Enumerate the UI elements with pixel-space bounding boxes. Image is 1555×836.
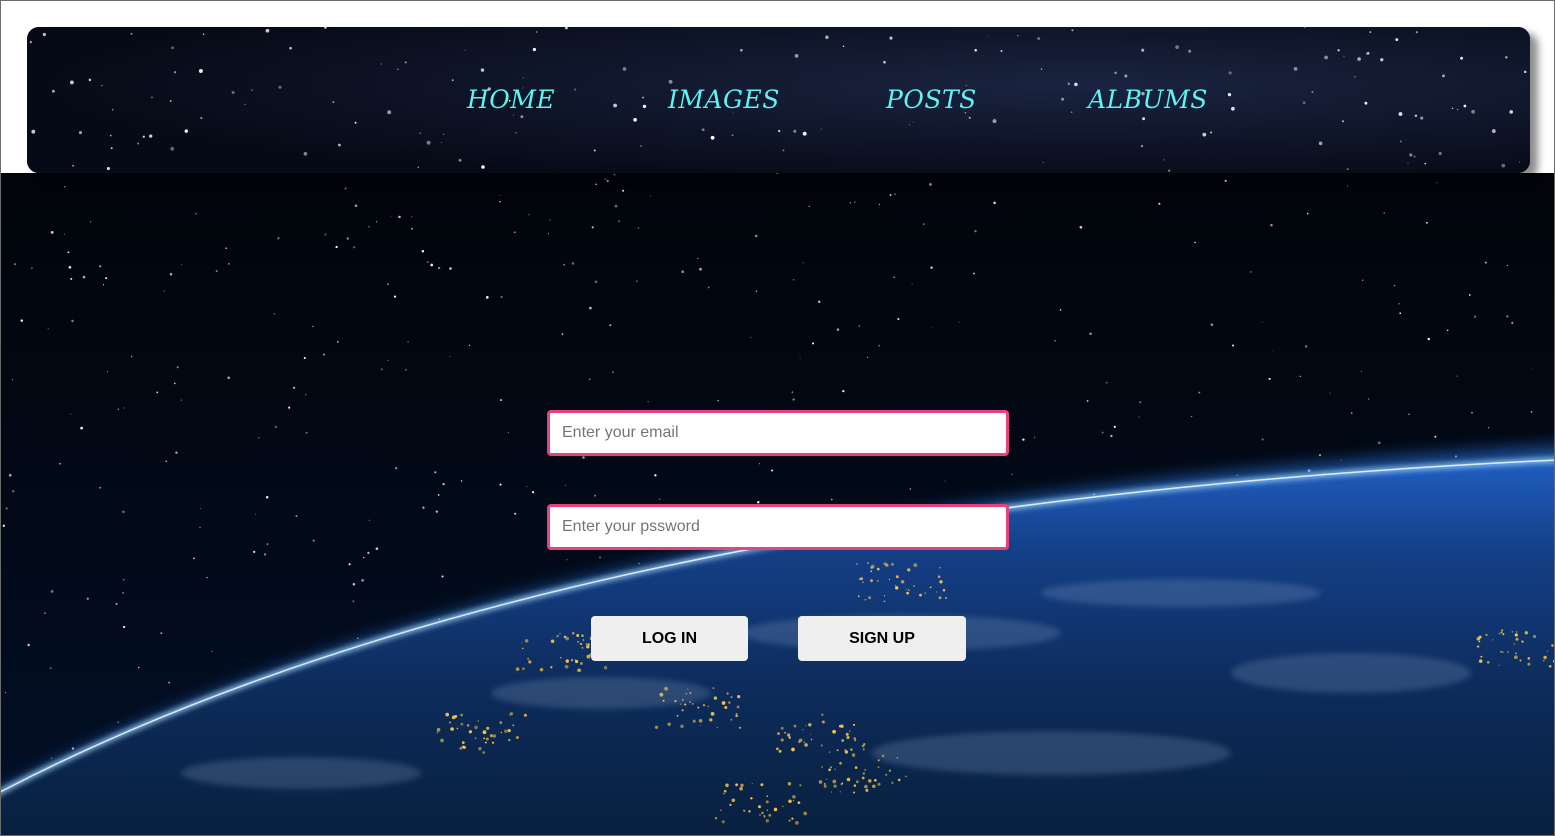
browser-viewport: HOME IMAGES POSTS ALBUMS Enter your emai… — [0, 0, 1555, 836]
nav-link-images[interactable]: IMAGES — [668, 85, 780, 114]
password-field[interactable] — [547, 504, 1009, 550]
signup-button[interactable]: SIGN UP — [798, 616, 966, 661]
navigation-bar: HOME IMAGES POSTS ALBUMS — [27, 27, 1530, 173]
earth-background-image: LOG IN SIGN UP — [1, 173, 1554, 835]
email-field[interactable] — [547, 410, 1009, 456]
nav-link-home[interactable]: HOME — [467, 85, 555, 114]
nav-link-albums[interactable]: ALBUMS — [1088, 85, 1208, 114]
login-button[interactable]: LOG IN — [591, 616, 748, 661]
nav-link-posts[interactable]: POSTS — [886, 85, 977, 114]
